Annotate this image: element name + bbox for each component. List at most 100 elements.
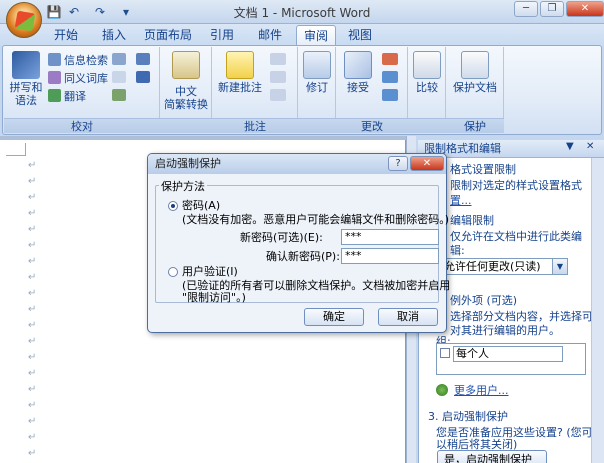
thesaurus-icon [48,71,61,84]
accept-icon [344,51,372,79]
new-password-label: 新密码(可选)(E): [240,231,323,244]
everyone-checkbox[interactable] [440,348,450,358]
tab-insert[interactable]: 插入 [96,25,132,45]
ok-button[interactable]: 确定 [304,308,364,326]
pane-edit-heading: 编辑限制 [450,214,494,227]
tab-page-layout[interactable]: 页面布局 [140,25,196,45]
confirm-password-label: 确认新密码(P): [266,250,340,263]
tab-home[interactable]: 开始 [48,25,84,45]
user-auth-description-2: "限制访问"。) [182,291,246,304]
pane-exceptions-text-2: 对其进行编辑的用户。 [450,324,560,337]
minimize-button[interactable]: ─ [514,1,538,17]
more-users-link[interactable]: 更多用户... [454,384,509,398]
pane-enforce-heading: 3. 启动强制保护 [428,410,508,423]
compare-label: 比较 [416,81,438,94]
tab-view[interactable]: 视图 [342,25,378,45]
edit-type-select-value: 允许任何更改(只读) [444,260,541,273]
accept-button[interactable]: 接受 [338,51,378,94]
thesaurus-button[interactable]: 同义词库 [48,70,108,87]
protect-document-icon [461,51,489,79]
tab-mailings[interactable]: 邮件 [252,25,288,45]
spelling-label: 拼写和 语法 [9,81,43,107]
research-label: 信息检索 [64,54,108,67]
paragraph-mark: ↵ [28,336,37,347]
compare-icon [413,51,441,79]
chevron-down-icon: ▼ [552,259,567,274]
paragraph-mark: ↵ [28,240,37,251]
pane-edit-text-2: 辑: [450,244,465,257]
paragraph-mark: ↵ [28,272,37,283]
next-change-icon[interactable] [382,89,398,101]
pane-menu-icon[interactable]: ▼ [566,141,574,152]
tracking-group-label [298,118,336,133]
track-changes-icon [303,51,331,79]
password-radio-label: 密码(A) [182,199,221,212]
translate-label: 翻译 [64,90,86,103]
paragraph-mark: ↵ [28,304,37,315]
new-comment-label: 新建批注 [218,81,262,94]
pane-edit-text-1: 仅允许在文档中进行此类编 [450,230,582,243]
pane-exceptions-text-1: 选择部分文档内容，并选择可以 [450,310,604,323]
office-button[interactable] [6,2,42,38]
compare-button[interactable]: 比较 [410,51,444,94]
dialog-close-button[interactable]: ✕ [410,156,444,171]
spelling-icon [12,51,40,79]
cancel-button[interactable]: 取消 [378,308,438,326]
research-icon [48,53,61,66]
language-icon[interactable] [136,53,150,65]
abc-count-icon[interactable] [136,71,150,83]
reject-icon[interactable] [382,53,398,65]
paragraph-mark: ↵ [28,208,37,219]
dialog-help-button[interactable]: ? [388,156,408,171]
comments-group-label: 批注 [212,118,298,133]
user-auth-radio-label: 用户验证(I) [182,265,238,278]
office-logo-icon [14,10,36,32]
close-button[interactable]: ✕ [566,1,604,17]
paragraph-mark: ↵ [28,384,37,395]
pane-close-icon[interactable]: ✕ [586,141,594,152]
new-comment-button[interactable]: 新建批注 [216,51,264,94]
users-list: 每个人 [436,343,586,375]
start-enforcing-button[interactable]: 是，启动强制保护 [437,450,547,463]
next-comment-icon[interactable] [270,89,286,101]
pane-format-settings-link[interactable]: 置... [450,194,472,208]
translate-button[interactable]: 翻译 [48,88,86,105]
changes-group: 接受 更改 [336,47,408,133]
research-button[interactable]: 信息检索 [48,52,108,69]
paragraph-mark: ↵ [28,368,37,379]
user-auth-radio[interactable] [168,267,178,277]
translate-icon [48,89,61,102]
set-language-icon[interactable] [112,71,126,83]
tracking-group: 修订 [298,47,336,133]
paragraph-mark: ↵ [28,432,37,443]
restore-button[interactable]: ❐ [540,1,564,17]
pane-format-text: 限制对选定的样式设置格式 [450,179,582,192]
password-radio[interactable] [168,201,178,211]
tab-review[interactable]: 审阅 [296,25,336,45]
paragraph-mark: ↵ [28,448,37,459]
previous-change-icon[interactable] [382,71,398,83]
users-icon [436,384,448,396]
accept-label: 接受 [347,81,369,94]
spelling-button[interactable]: 拼写和 语法 [6,51,46,107]
new-password-field[interactable]: *** [341,229,439,245]
paragraph-mark: ↵ [28,224,37,235]
confirm-password-field[interactable]: *** [341,248,439,264]
edit-type-select[interactable]: 允许任何更改(只读) ▼ [440,258,568,275]
password-description: (文档没有加密。恶意用户可能会编辑文件和删除密码。) [182,213,450,226]
pane-scrollbar[interactable] [591,158,604,463]
chinese-group: 中文 简繁转换 [160,47,212,133]
protect-document-label: 保护文档 [453,81,497,94]
delete-comment-icon[interactable] [270,53,286,65]
track-changes-button[interactable]: 修订 [300,51,334,94]
proofing-misc-icon[interactable] [112,89,126,101]
protection-method-label: 保护方法 [159,180,207,194]
protect-document-button[interactable]: 保护文档 [448,51,502,94]
thesaurus-label: 同义词库 [64,72,108,85]
changes-group-label: 更改 [336,118,408,133]
word-count-icon[interactable] [112,53,126,65]
paragraph-mark: ↵ [28,400,37,411]
tab-references[interactable]: 引用 [204,25,240,45]
chinese-convert-button[interactable] [162,51,210,81]
previous-comment-icon[interactable] [270,71,286,83]
